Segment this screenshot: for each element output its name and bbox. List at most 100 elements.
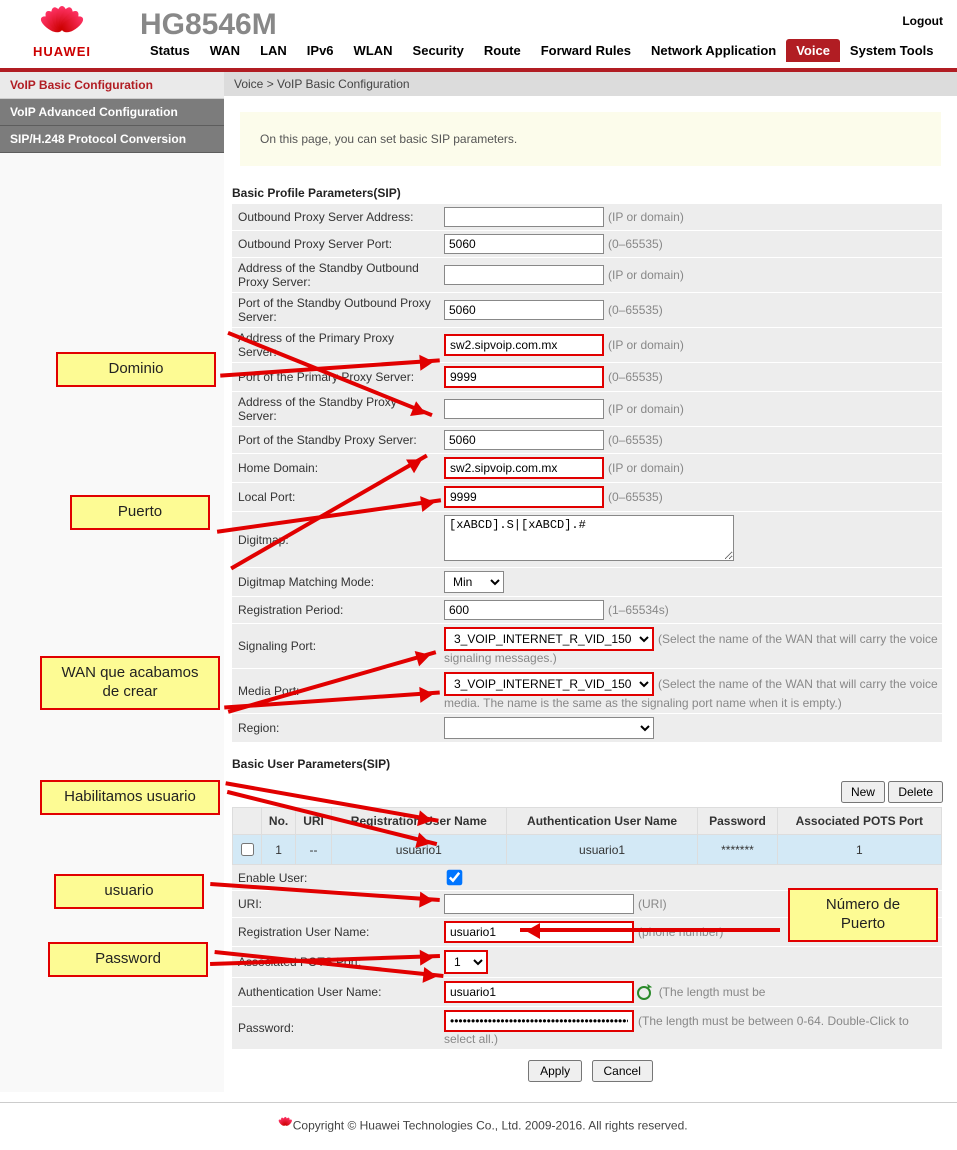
label-auth-user: Authentication User Name:: [232, 978, 440, 1007]
cell-reg: usuario1: [331, 835, 506, 865]
label-pots-port: Associated POTS Port:: [232, 947, 440, 978]
nav-system-tools[interactable]: System Tools: [840, 39, 944, 62]
label-digitmap-mode: Digitmap Matching Mode:: [232, 568, 440, 597]
annotation-usuario: usuario: [54, 874, 204, 909]
label-reg-user: Registration User Name:: [232, 918, 440, 947]
label-home-domain: Home Domain:: [232, 454, 440, 483]
annotation-habilitamos: Habilitamos usuario: [40, 780, 220, 815]
label-outbound-proxy-port: Outbound Proxy Server Port:: [232, 231, 440, 258]
hint: (0–65535): [604, 303, 663, 317]
vendor-text: HUAWEI: [12, 44, 112, 59]
input-outbound-proxy-addr[interactable]: [444, 207, 604, 227]
hint: (IP or domain): [604, 210, 684, 224]
input-outbound-proxy-port[interactable]: [444, 234, 604, 254]
table-row[interactable]: 1 -- usuario1 usuario1 ******* 1: [233, 835, 942, 865]
th-uri: URI: [296, 808, 332, 835]
input-local-port[interactable]: [444, 486, 604, 508]
nav-wlan[interactable]: WLAN: [344, 39, 403, 62]
label-standby-proxy-addr: Address of the Standby Proxy Server:: [232, 392, 440, 427]
checkbox-enable-user[interactable]: [447, 870, 463, 886]
th-no: No.: [262, 808, 296, 835]
input-standby-proxy-port[interactable]: [444, 430, 604, 450]
select-digitmap-mode[interactable]: Min: [444, 571, 504, 593]
user-table: No. URI Registration User Name Authentic…: [232, 807, 942, 865]
nav-ipv6[interactable]: IPv6: [297, 39, 344, 62]
th-check: [233, 808, 262, 835]
delete-button[interactable]: Delete: [888, 781, 943, 803]
nav-lan[interactable]: LAN: [250, 39, 297, 62]
cell-auth: usuario1: [506, 835, 698, 865]
top-nav: StatusWANLANIPv6WLANSecurityRouteForward…: [140, 39, 943, 62]
user-action-bar: New Delete: [224, 775, 957, 807]
input-reg-user[interactable]: [444, 921, 634, 943]
label-primary-proxy-addr: Address of the Primary Proxy Server:: [232, 328, 440, 363]
hint: (IP or domain): [604, 402, 684, 416]
hint: (1–65534s): [604, 603, 669, 617]
label-region: Region:: [232, 714, 440, 743]
new-button[interactable]: New: [841, 781, 885, 803]
input-reg-period[interactable]: [444, 600, 604, 620]
footer-text: Copyright © Huawei Technologies Co., Ltd…: [293, 1119, 688, 1133]
annotation-num-puerto: Número de Puerto: [788, 888, 938, 942]
label-primary-proxy-port: Port of the Primary Proxy Server:: [232, 363, 440, 392]
label-media-port: Media Port:: [232, 669, 440, 714]
header: HUAWEI HG8546M Logout StatusWANLANIPv6WL…: [0, 0, 957, 72]
input-primary-proxy-port[interactable]: [444, 366, 604, 388]
hint: (IP or domain): [604, 338, 684, 352]
refresh-icon[interactable]: [637, 986, 651, 1000]
select-media-port[interactable]: 3_VOIP_INTERNET_R_VID_1503: [444, 672, 654, 696]
row-checkbox[interactable]: [241, 843, 254, 856]
label-reg-period: Registration Period:: [232, 597, 440, 624]
hint: (0–65535): [604, 490, 663, 504]
cell-no: 1: [262, 835, 296, 865]
input-standby-outbound-addr[interactable]: [444, 265, 604, 285]
section-profile-title: Basic Profile Parameters(SIP): [224, 182, 957, 204]
logout-link[interactable]: Logout: [902, 14, 943, 28]
input-primary-proxy-addr[interactable]: [444, 334, 604, 356]
nav-status[interactable]: Status: [140, 39, 200, 62]
input-home-domain[interactable]: [444, 457, 604, 479]
hint: (IP or domain): [604, 268, 684, 282]
input-digitmap[interactable]: [xABCD].S|[xABCD].#: [444, 515, 734, 561]
select-region[interactable]: [444, 717, 654, 739]
nav-wan[interactable]: WAN: [200, 39, 250, 62]
label-password: Password:: [232, 1007, 440, 1050]
annotation-password: Password: [48, 942, 208, 977]
cell-uri: --: [296, 835, 332, 865]
nav-route[interactable]: Route: [474, 39, 531, 62]
sidebar: VoIP Basic ConfigurationVoIP Advanced Co…: [0, 72, 224, 1092]
cell-pots: 1: [777, 835, 941, 865]
footer: Copyright © Huawei Technologies Co., Ltd…: [0, 1102, 957, 1150]
breadcrumb: Voice > VoIP Basic Configuration: [224, 72, 957, 96]
input-standby-outbound-port[interactable]: [444, 300, 604, 320]
huawei-logo: HUAWEI: [12, 4, 112, 59]
sidebar-item-2[interactable]: SIP/H.248 Protocol Conversion: [0, 126, 224, 153]
hint: (URI): [634, 897, 667, 911]
input-password[interactable]: [444, 1010, 634, 1032]
th-reg: Registration User Name: [331, 808, 506, 835]
annotation-dominio: Dominio: [56, 352, 216, 387]
sidebar-item-1[interactable]: VoIP Advanced Configuration: [0, 99, 224, 126]
nav-forward-rules[interactable]: Forward Rules: [531, 39, 641, 62]
select-pots-port[interactable]: 1: [444, 950, 488, 974]
hint: (The length must be: [655, 985, 766, 999]
nav-network-application[interactable]: Network Application: [641, 39, 786, 62]
sidebar-item-0[interactable]: VoIP Basic Configuration: [0, 72, 224, 99]
input-user-uri[interactable]: [444, 894, 634, 914]
table-header-row: No. URI Registration User Name Authentic…: [233, 808, 942, 835]
label-outbound-proxy-addr: Outbound Proxy Server Address:: [232, 204, 440, 231]
apply-row: Apply Cancel: [224, 1050, 957, 1092]
input-standby-proxy-addr[interactable]: [444, 399, 604, 419]
cancel-button[interactable]: Cancel: [592, 1060, 653, 1082]
nav-voice[interactable]: Voice: [786, 39, 840, 62]
input-auth-user[interactable]: [444, 981, 634, 1003]
th-pots: Associated POTS Port: [777, 808, 941, 835]
hint: (0–65535): [604, 370, 663, 384]
nav-security[interactable]: Security: [403, 39, 474, 62]
label-digitmap: Digitmap:: [232, 512, 440, 568]
annotation-wan: WAN que acabamos de crear: [40, 656, 220, 710]
select-signaling-port[interactable]: 3_VOIP_INTERNET_R_VID_1503: [444, 627, 654, 651]
label-standby-outbound-port: Port of the Standby Outbound Proxy Serve…: [232, 293, 440, 328]
cell-pwd: *******: [698, 835, 777, 865]
apply-button[interactable]: Apply: [528, 1060, 582, 1082]
